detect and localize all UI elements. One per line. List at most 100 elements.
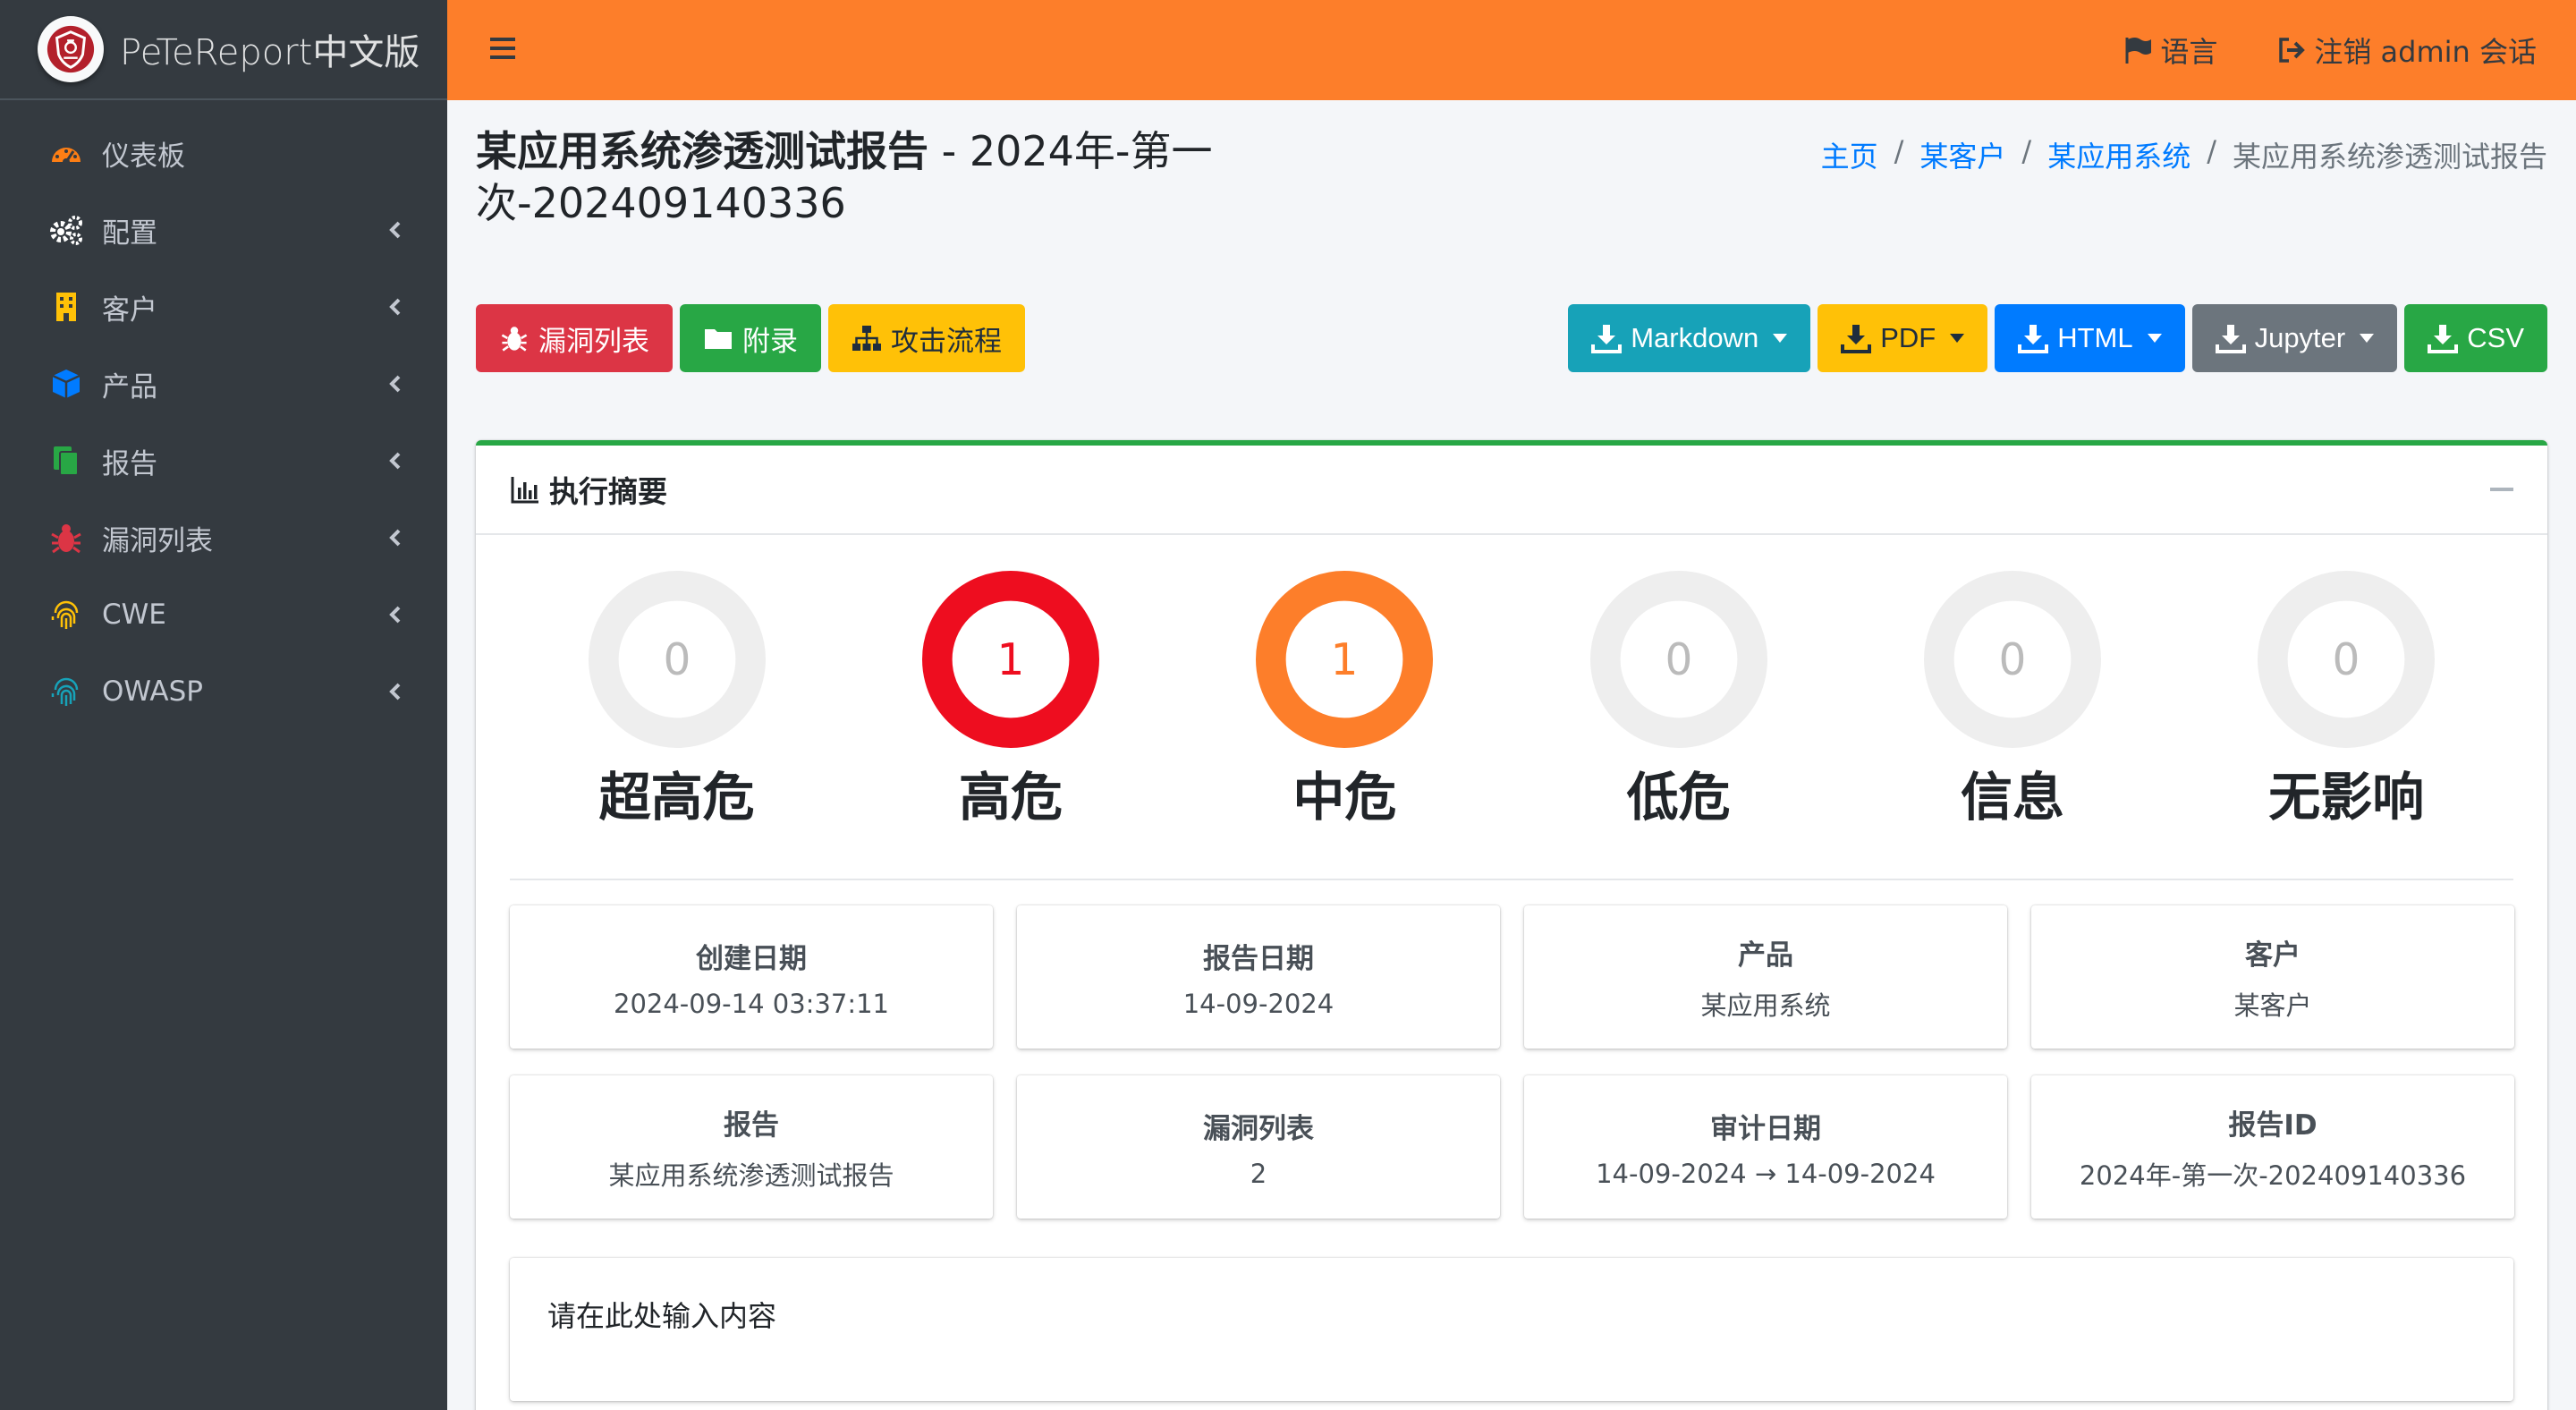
- export-markdown-button[interactable]: Markdown: [1568, 304, 1811, 372]
- info-box-value: 某客户: [2233, 990, 2312, 1021]
- menu-toggle-icon[interactable]: [487, 32, 522, 68]
- sidebar-item-products[interactable]: 产品: [0, 345, 447, 422]
- card-header: 执行摘要: [476, 446, 2547, 535]
- attack-flow-button-label: 攻击流程: [891, 325, 1002, 357]
- summary-text-editor[interactable]: 请在此处输入内容: [510, 1258, 2513, 1401]
- info-box-title: 报告ID: [2228, 1108, 2318, 1142]
- export-pdf-button[interactable]: PDF: [1818, 304, 1988, 372]
- export-csv-label: CSV: [2467, 322, 2524, 353]
- collapse-minus-icon[interactable]: [2490, 488, 2513, 491]
- appendix-button-label: 附录: [742, 325, 798, 357]
- download-icon: [2428, 325, 2459, 353]
- report-title: 某应用系统渗透测试报告: [476, 127, 928, 175]
- severity-donut-cell: 0 超高危: [510, 571, 843, 830]
- cube-icon: [47, 364, 86, 403]
- severity-donut-chart: 0: [1589, 571, 1767, 748]
- card-title: 执行摘要: [510, 468, 667, 511]
- sidebar-item-clients[interactable]: 客户: [0, 268, 447, 345]
- breadcrumb-separator: /: [2207, 134, 2216, 168]
- info-box-report: 报告 某应用系统渗透测试报告: [510, 1075, 993, 1219]
- sidebar-item-label: 仪表板: [102, 140, 185, 173]
- sidebar-item-dashboard[interactable]: 仪表板: [0, 115, 447, 191]
- chevron-left-icon: [383, 294, 408, 319]
- severity-donut-cell: 1 高危: [843, 571, 1177, 830]
- breadcrumb-separator: /: [1894, 134, 1904, 168]
- chevron-left-icon: [383, 217, 408, 242]
- severity-count: 0: [1665, 635, 1692, 685]
- breadcrumb-product[interactable]: 某应用系统: [2047, 134, 2190, 175]
- info-box-client: 客户 某客户: [2031, 905, 2514, 1049]
- export-html-button[interactable]: HTML: [1995, 304, 2185, 372]
- info-box-created: 创建日期 2024-09-14 03:37:11: [510, 905, 993, 1049]
- fingerprint-icon: [47, 595, 86, 634]
- severity-donut-cell: 0 信息: [1845, 571, 2179, 830]
- severity-donut-chart: 1: [921, 571, 1099, 748]
- breadcrumb-current: 某应用系统渗透测试报告: [2232, 140, 2547, 174]
- findings-button-label: 漏洞列表: [538, 325, 649, 357]
- severity-donut-cell: 1 中危: [1178, 571, 1512, 830]
- severity-donut-chart: 1: [1256, 571, 1434, 748]
- severity-label: 低危: [1626, 767, 1731, 828]
- export-jupyter-button[interactable]: Jupyter: [2191, 304, 2398, 372]
- logout-label: 注销 admin 会话: [2314, 35, 2537, 69]
- info-box-title: 漏洞列表: [1203, 1112, 1314, 1145]
- chevron-left-icon: [383, 525, 408, 550]
- info-box-value: 某应用系统: [1700, 990, 1831, 1021]
- severity-donut-cell: 0 无影响: [2180, 571, 2513, 830]
- chart-bar-icon: [511, 477, 538, 504]
- attack-flow-button[interactable]: 攻击流程: [828, 304, 1025, 372]
- sidebar-item-label: 客户: [102, 293, 157, 327]
- download-icon: [1841, 325, 1872, 353]
- sidebar-item-label: 漏洞列表: [102, 524, 213, 557]
- findings-button[interactable]: 漏洞列表: [476, 304, 673, 372]
- logout-link[interactable]: 注销 admin 会话: [2276, 30, 2537, 71]
- sidebar-item-reports[interactable]: 报告: [0, 422, 447, 499]
- caret-down-icon: [1950, 334, 1965, 343]
- chevron-left-icon: [383, 371, 408, 396]
- executive-summary-card: 执行摘要 0 超高危 1 高危 1 中危 0 低危 0 信息 0 无影响 创建日期 2024-09-14…: [476, 440, 2547, 1410]
- brand-logo-icon: [38, 16, 104, 82]
- sidebar-item-cwe[interactable]: CWE: [0, 576, 447, 653]
- sign-out-icon: [2279, 38, 2306, 63]
- info-box-title: 创建日期: [696, 942, 807, 975]
- info-box-title: 报告日期: [1203, 942, 1314, 975]
- breadcrumb-client[interactable]: 某客户: [1919, 134, 2005, 175]
- chevron-left-icon: [383, 679, 408, 704]
- severity-label: 信息: [1960, 767, 2064, 828]
- brand-name: PeTeReport中文版: [120, 32, 420, 73]
- info-box-value: 14-09-2024 → 14-09-2024: [1596, 1158, 1936, 1189]
- copy-icon: [47, 441, 86, 480]
- brand-link[interactable]: PeTeReport中文版: [0, 0, 447, 100]
- appendix-button[interactable]: 附录: [680, 304, 821, 372]
- breadcrumb-separator: /: [2021, 134, 2032, 168]
- export-jupyter-label: Jupyter: [2254, 322, 2346, 353]
- divider: [510, 879, 2513, 880]
- content-wrapper: 某应用系统渗透测试报告 - 2024年-第一次-202409140336 主页 …: [447, 100, 2576, 1410]
- sidebar-item-owasp[interactable]: OWASP: [0, 653, 447, 730]
- breadcrumb: 主页 / 某客户 / 某应用系统 / 某应用系统渗透测试报告: [1821, 134, 2547, 175]
- flag-icon: [2125, 38, 2152, 64]
- report-section-buttons: 漏洞列表 附录 攻击流程: [476, 304, 1025, 372]
- report-info-grid: 创建日期 2024-09-14 03:37:11 报告日期 14-09-2024 产…: [510, 905, 2514, 1219]
- top-navbar: 语言 注销 admin 会话: [447, 0, 2576, 100]
- sidebar-item-config[interactable]: 配置: [0, 191, 447, 268]
- export-csv-button[interactable]: CSV: [2404, 304, 2547, 372]
- page-title: 某应用系统渗透测试报告 - 2024年-第一次-202409140336: [476, 125, 1245, 229]
- export-buttons: Markdown PDF HTML Jupyter CSV: [1568, 304, 2547, 372]
- severity-label: 无影响: [2268, 767, 2425, 828]
- sidebar-item-label: OWASP: [102, 675, 203, 708]
- severity-count: 1: [1331, 635, 1359, 685]
- language-menu[interactable]: 语言: [2123, 30, 2217, 71]
- info-box-value: 2: [1250, 1158, 1267, 1189]
- info-box-audit-date: 审计日期 14-09-2024 → 14-09-2024: [1524, 1075, 2007, 1219]
- bug-icon: [501, 327, 528, 352]
- fingerprint-icon: [47, 672, 86, 711]
- chevron-left-icon: [383, 602, 408, 627]
- severity-donut-cell: 0 低危: [1512, 571, 1845, 830]
- breadcrumb-home[interactable]: 主页: [1821, 134, 1878, 175]
- info-box-report-id: 报告ID 2024年-第一次-202409140336: [2031, 1075, 2514, 1219]
- download-icon: [2215, 325, 2246, 353]
- sidebar-item-findings[interactable]: 漏洞列表: [0, 499, 447, 576]
- severity-count: 1: [997, 635, 1025, 685]
- info-box-title: 审计日期: [1710, 1112, 1821, 1145]
